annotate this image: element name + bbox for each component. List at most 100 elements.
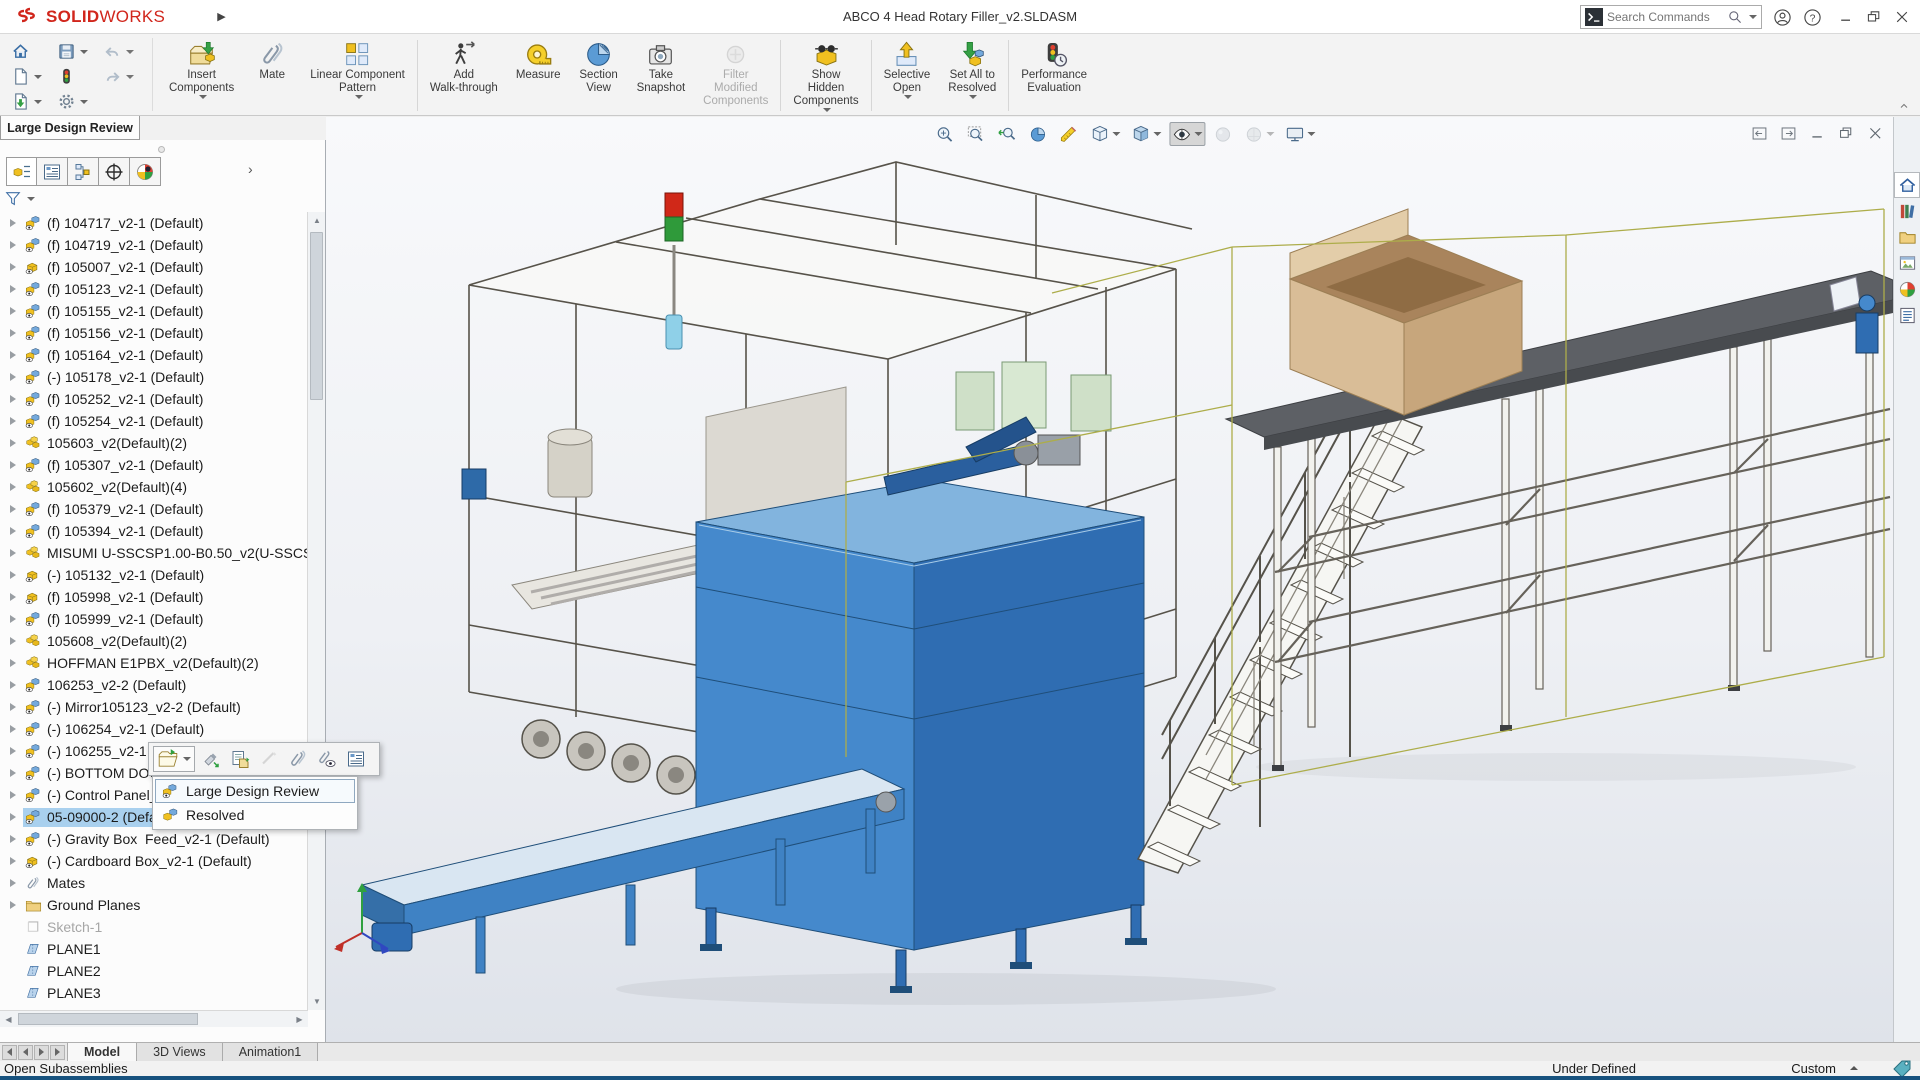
collapse-right-pane-button[interactable] bbox=[1778, 123, 1798, 143]
tree-item[interactable]: Mates bbox=[0, 872, 308, 894]
tree-item[interactable]: (f) 105007_v2-1 (Default) bbox=[0, 256, 308, 278]
scroll-down-icon[interactable]: ▼ bbox=[308, 993, 326, 1010]
add-walk-through-button[interactable]: Add Walk-through bbox=[421, 36, 507, 95]
mate-button[interactable]: Mate bbox=[243, 36, 301, 82]
tree-item[interactable]: 105603_v2(Default)(2) bbox=[0, 432, 308, 454]
expand-arrow-icon[interactable] bbox=[10, 351, 16, 359]
filter-dropdown-icon[interactable] bbox=[27, 197, 35, 201]
view-orientation-button[interactable] bbox=[1087, 122, 1123, 146]
tag-icon[interactable] bbox=[1892, 1058, 1912, 1078]
save-button[interactable] bbox=[54, 39, 100, 64]
search-input[interactable] bbox=[1607, 10, 1723, 24]
tab-scroll-next-button[interactable] bbox=[34, 1044, 49, 1060]
scroll-up-icon[interactable]: ▲ bbox=[308, 212, 326, 229]
menu-item-resolved[interactable]: Resolved bbox=[155, 803, 355, 827]
expand-arrow-icon[interactable] bbox=[10, 571, 16, 579]
mate-button[interactable] bbox=[285, 746, 311, 772]
unit-system-dropdown-icon[interactable] bbox=[1850, 1066, 1858, 1070]
taskpane-view-palette-tab[interactable] bbox=[1894, 250, 1920, 276]
tree-vertical-scrollbar[interactable]: ▲ ▼ bbox=[307, 212, 325, 1010]
help-icon[interactable]: ? bbox=[1802, 7, 1822, 27]
rebuild-button[interactable] bbox=[54, 64, 100, 89]
window-minimize-button[interactable] bbox=[1836, 7, 1856, 27]
vertical-scroll-thumb[interactable] bbox=[310, 232, 323, 400]
selective-open-button[interactable]: Selective Open bbox=[875, 36, 940, 99]
expand-arrow-icon[interactable] bbox=[10, 879, 16, 887]
tree-item[interactable]: PLANE1 bbox=[0, 938, 308, 960]
expand-arrow-icon[interactable] bbox=[10, 769, 16, 777]
taskpane-appearances-tab[interactable] bbox=[1894, 276, 1920, 302]
expand-arrow-icon[interactable] bbox=[10, 307, 16, 315]
collapse-left-pane-button[interactable] bbox=[1749, 123, 1769, 143]
tab-scroll-first-button[interactable] bbox=[2, 1044, 17, 1060]
expand-arrow-icon[interactable] bbox=[10, 813, 16, 821]
expand-arrow-icon[interactable] bbox=[10, 505, 16, 513]
menu-item-large-design-review[interactable]: Large Design Review bbox=[155, 779, 355, 803]
taskpane-custom-properties-tab[interactable] bbox=[1894, 302, 1920, 328]
expand-arrow-icon[interactable] bbox=[10, 549, 16, 557]
show-hidden-components-button[interactable]: Show Hidden Components bbox=[784, 36, 867, 112]
tree-item[interactable]: 106253_v2-2 (Default) bbox=[0, 674, 308, 696]
take-snapshot-button[interactable]: Take Snapshot bbox=[628, 36, 695, 95]
expand-arrow-icon[interactable] bbox=[10, 901, 16, 909]
open-component-button[interactable] bbox=[153, 746, 195, 772]
view-mates-button[interactable] bbox=[314, 746, 340, 772]
tree-item[interactable]: Sketch-1 bbox=[0, 916, 308, 938]
search-commands-box[interactable] bbox=[1580, 5, 1762, 29]
tree-item[interactable]: (f) 105155_v2-1 (Default) bbox=[0, 300, 308, 322]
expand-arrow-icon[interactable] bbox=[10, 703, 16, 711]
expand-arrow-icon[interactable] bbox=[10, 791, 16, 799]
scroll-right-icon[interactable]: ▶ bbox=[291, 1011, 308, 1028]
expand-arrow-icon[interactable] bbox=[10, 835, 16, 843]
tree-item[interactable]: PLANE2 bbox=[0, 960, 308, 982]
document-minimize-button[interactable] bbox=[1807, 123, 1827, 143]
document-tab-3d-views[interactable]: 3D Views bbox=[137, 1043, 223, 1061]
expand-arrow-icon[interactable] bbox=[10, 857, 16, 865]
tree-filter[interactable] bbox=[4, 190, 35, 208]
document-restore-button[interactable] bbox=[1836, 123, 1856, 143]
zoom-to-fit-button[interactable] bbox=[932, 122, 958, 146]
expand-arrow-icon[interactable] bbox=[10, 725, 16, 733]
horizontal-scroll-thumb[interactable] bbox=[18, 1013, 198, 1025]
tree-item[interactable]: (f) 105123_v2-1 (Default) bbox=[0, 278, 308, 300]
open-button[interactable] bbox=[8, 89, 54, 114]
tree-item[interactable]: (-) Mirror105123_v2-2 (Default) bbox=[0, 696, 308, 718]
expand-arrow-icon[interactable] bbox=[10, 373, 16, 381]
document-tab-model[interactable]: Model bbox=[67, 1043, 138, 1061]
expand-arrow-icon[interactable] bbox=[10, 461, 16, 469]
previous-view-button[interactable] bbox=[994, 122, 1020, 146]
tree-item[interactable]: 105602_v2(Default)(4) bbox=[0, 476, 308, 498]
insert-components-button[interactable]: Insert Components bbox=[160, 36, 243, 99]
tree-item[interactable]: Ground Planes bbox=[0, 894, 308, 916]
filter-funnel-icon[interactable] bbox=[4, 190, 22, 208]
document-close-button[interactable] bbox=[1865, 123, 1885, 143]
scroll-left-icon[interactable]: ◀ bbox=[0, 1011, 17, 1028]
expand-arrow-icon[interactable] bbox=[10, 483, 16, 491]
tree-item[interactable]: (-) Gravity Box Feed_v2-1 (Default) bbox=[0, 828, 308, 850]
home-button[interactable] bbox=[8, 39, 54, 64]
tree-item[interactable]: (-) 105178_v2-1 (Default) bbox=[0, 366, 308, 388]
tree-item[interactable]: (f) 105998_v2-1 (Default) bbox=[0, 586, 308, 608]
expand-arrow-icon[interactable] bbox=[10, 219, 16, 227]
options-button[interactable] bbox=[54, 89, 100, 114]
section-view-button[interactable] bbox=[1025, 122, 1051, 146]
taskpane-file-explorer-tab[interactable] bbox=[1894, 224, 1920, 250]
expand-arrow-icon[interactable] bbox=[10, 329, 16, 337]
tab-large-design-review[interactable]: Large Design Review bbox=[0, 116, 140, 140]
set-to-resolved-button[interactable] bbox=[198, 746, 224, 772]
display-style-button[interactable] bbox=[1128, 122, 1164, 146]
tree-item[interactable]: (f) 105254_v2-1 (Default) bbox=[0, 410, 308, 432]
tree-item[interactable]: PLANE3 bbox=[0, 982, 308, 1004]
tree-item[interactable]: MISUMI U-SSCSP1.00-B0.50_v2(U-SSCSP(304 … bbox=[0, 542, 308, 564]
search-icon[interactable] bbox=[1727, 9, 1743, 25]
expand-arrow-icon[interactable] bbox=[10, 263, 16, 271]
unit-system-selector[interactable]: Custom bbox=[1791, 1061, 1836, 1076]
set-all-to-resolved-button[interactable]: Set All to Resolved bbox=[939, 36, 1005, 99]
tree-item[interactable]: HOFFMAN E1PBX_v2(Default)(2) bbox=[0, 652, 308, 674]
tree-item[interactable]: (f) 105379_v2-1 (Default) bbox=[0, 498, 308, 520]
tree-item[interactable]: (f) 105164_v2-1 (Default) bbox=[0, 344, 308, 366]
document-tab-animation1[interactable]: Animation1 bbox=[222, 1043, 319, 1061]
tab-configurationmanager[interactable] bbox=[68, 157, 99, 186]
tab-featuremanager[interactable] bbox=[6, 157, 37, 186]
tab-displaymanager[interactable] bbox=[130, 157, 161, 186]
